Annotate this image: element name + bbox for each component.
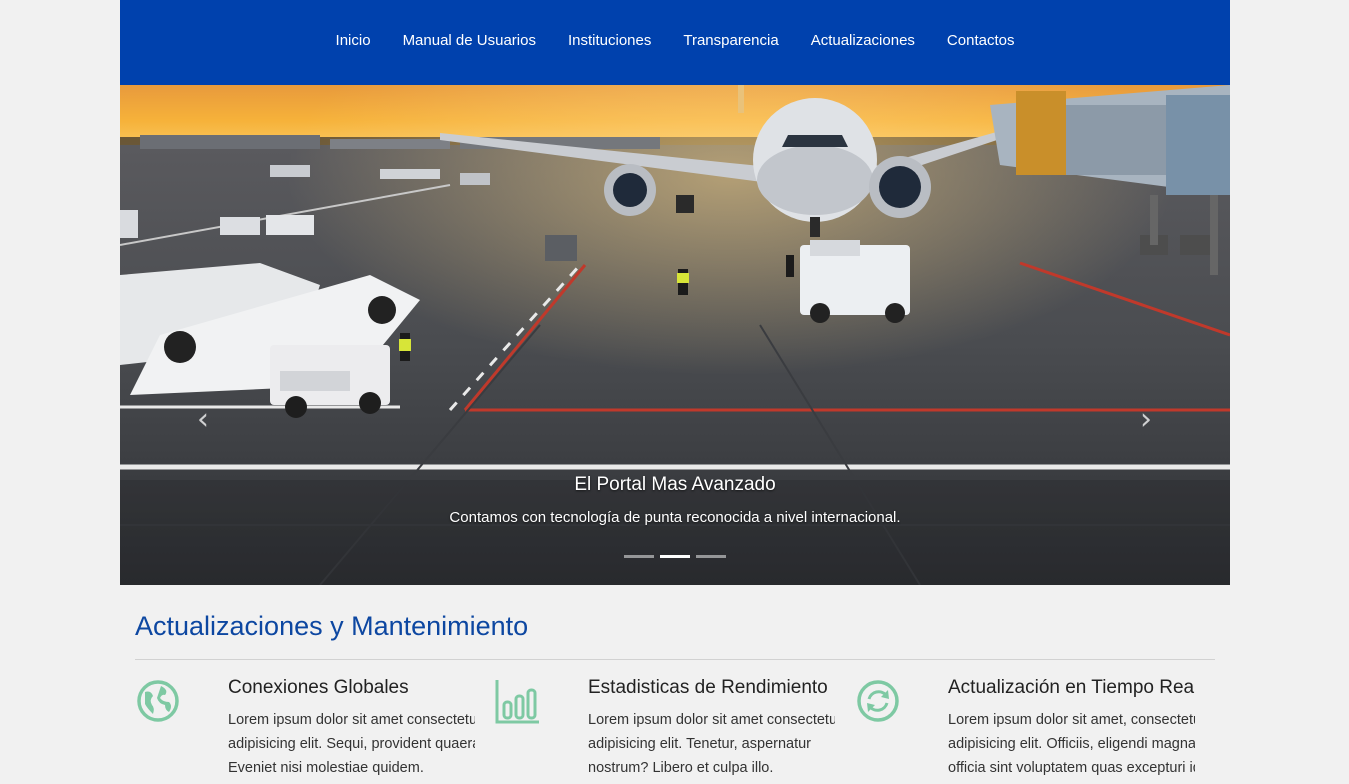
sync-icon	[857, 680, 899, 722]
carousel-indicators	[120, 555, 1230, 558]
feature-title-performance-stats: Estadisticas de Rendimiento	[588, 677, 828, 698]
page-container: Inicio Manual de Usuarios Instituciones …	[120, 0, 1230, 776]
carousel-caption-text: Contamos con tecnología de punta reconoc…	[449, 509, 901, 526]
nav-item-inicio[interactable]: Inicio	[320, 31, 387, 51]
feature-text-performance-stats: Lorem ipsum dolor sit amet consectetur a…	[588, 712, 835, 776]
feature-title-global-connections: Conexiones Globales	[228, 677, 409, 698]
hero-carousel: ‹ › El Portal Mas Avanzado Contamos con …	[120, 85, 1230, 585]
top-navbar: Inicio Manual de Usuarios Instituciones …	[120, 0, 1230, 85]
nav-item-instituciones[interactable]: Instituciones	[552, 31, 667, 51]
feature-card-performance-stats: Estadisticas de Rendimiento Lorem ipsum …	[495, 674, 835, 784]
chevron-left-icon: ‹	[197, 402, 209, 437]
feature-card-realtime-updates: Actualización en Tiempo Real Lorem ipsum…	[855, 674, 1195, 784]
nav-item-transparencia[interactable]: Transparencia	[667, 31, 794, 51]
feature-text-global-connections: Lorem ipsum dolor sit amet consectetur, …	[228, 712, 475, 776]
carousel-next-button[interactable]: ›	[1131, 403, 1161, 437]
nav-menu: Inicio Manual de Usuarios Instituciones …	[320, 31, 1031, 53]
bar-chart-icon	[495, 680, 539, 724]
feature-title-realtime-updates: Actualización en Tiempo Real	[948, 677, 1195, 698]
chevron-right-icon: ›	[1140, 402, 1152, 437]
section-divider	[135, 659, 1215, 660]
nav-item-actualizaciones[interactable]: Actualizaciones	[795, 31, 931, 51]
feature-text-realtime-updates: Lorem ipsum dolor sit amet, consectetur …	[948, 712, 1195, 776]
nav-item-manual-de-usuarios[interactable]: Manual de Usuarios	[387, 31, 552, 51]
nav-item-contactos[interactable]: Contactos	[931, 31, 1031, 51]
carousel-indicator-3[interactable]	[696, 555, 726, 558]
section-title: Actualizaciones y Mantenimiento	[135, 611, 529, 641]
feature-card-global-connections: Conexiones Globales Lorem ipsum dolor si…	[135, 674, 475, 784]
carousel-prev-button[interactable]: ‹	[188, 403, 218, 437]
carousel-indicator-1[interactable]	[624, 555, 654, 558]
carousel-indicator-2[interactable]	[660, 555, 690, 558]
carousel-caption-title: El Portal Mas Avanzado	[574, 474, 776, 495]
globe-icon	[137, 680, 179, 722]
